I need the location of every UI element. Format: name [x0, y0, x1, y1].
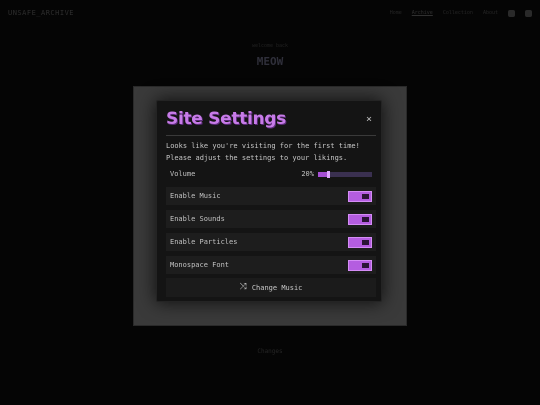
- close-button[interactable]: ×: [364, 115, 374, 125]
- monospace-toggle[interactable]: [348, 259, 372, 271]
- volume-slider-thumb[interactable]: [326, 170, 330, 178]
- music-toggle[interactable]: [348, 190, 372, 202]
- modal-title: Site Settings: [166, 109, 286, 129]
- modal-header: Site Settings ×: [166, 108, 376, 136]
- toggle-row-music: Enable Music: [166, 187, 376, 205]
- settings-icon[interactable]: [508, 9, 515, 17]
- toggle-knob: [362, 239, 369, 245]
- change-music-label: Change Music: [251, 283, 303, 292]
- background-title: MEOW: [256, 55, 284, 68]
- nav-link-collection[interactable]: Collection: [443, 10, 473, 16]
- toggle-knob: [362, 193, 369, 199]
- nav-link-about[interactable]: About: [483, 10, 498, 16]
- nav-links: Home Archive Collection About: [390, 9, 532, 17]
- modal-intro: Looks like you're visiting for the first…: [166, 140, 376, 164]
- particles-toggle[interactable]: [348, 236, 372, 248]
- sounds-toggle[interactable]: [348, 213, 372, 225]
- toggle-row-sounds: Enable Sounds: [166, 210, 376, 228]
- background-subheading: welcome back: [251, 43, 289, 49]
- shuffle-icon: ⤨: [239, 282, 247, 292]
- toggle-label: Monospace Font: [170, 261, 230, 269]
- nav-link-home[interactable]: Home: [390, 10, 402, 16]
- intro-line-1: Looks like you're visiting for the first…: [166, 142, 360, 150]
- intro-line-2: Please adjust the settings to your likin…: [166, 154, 348, 162]
- nav-link-archive[interactable]: Archive: [412, 10, 433, 16]
- volume-label: Volume: [170, 170, 196, 178]
- toggle-row-monospace: Monospace Font: [166, 256, 376, 274]
- volume-row: Volume 20%: [166, 165, 376, 183]
- settings-modal: Site Settings × Looks like you're visiti…: [156, 100, 382, 302]
- toggle-knob: [362, 216, 369, 222]
- volume-slider[interactable]: [318, 170, 372, 178]
- change-music-button[interactable]: ⤨ Change Music: [166, 278, 376, 297]
- toggle-knob: [362, 262, 369, 268]
- background-footer: Changes: [257, 348, 283, 355]
- top-nav: UNSAFE_ARCHIVE Home Archive Collection A…: [0, 0, 540, 26]
- site-brand[interactable]: UNSAFE_ARCHIVE: [8, 9, 74, 17]
- toggle-row-particles: Enable Particles: [166, 233, 376, 251]
- toggle-label: Enable Particles: [170, 238, 238, 246]
- toggle-label: Enable Sounds: [170, 215, 225, 223]
- theme-icon[interactable]: [525, 9, 532, 17]
- toggle-label: Enable Music: [170, 192, 221, 200]
- volume-value: 20%: [301, 170, 314, 178]
